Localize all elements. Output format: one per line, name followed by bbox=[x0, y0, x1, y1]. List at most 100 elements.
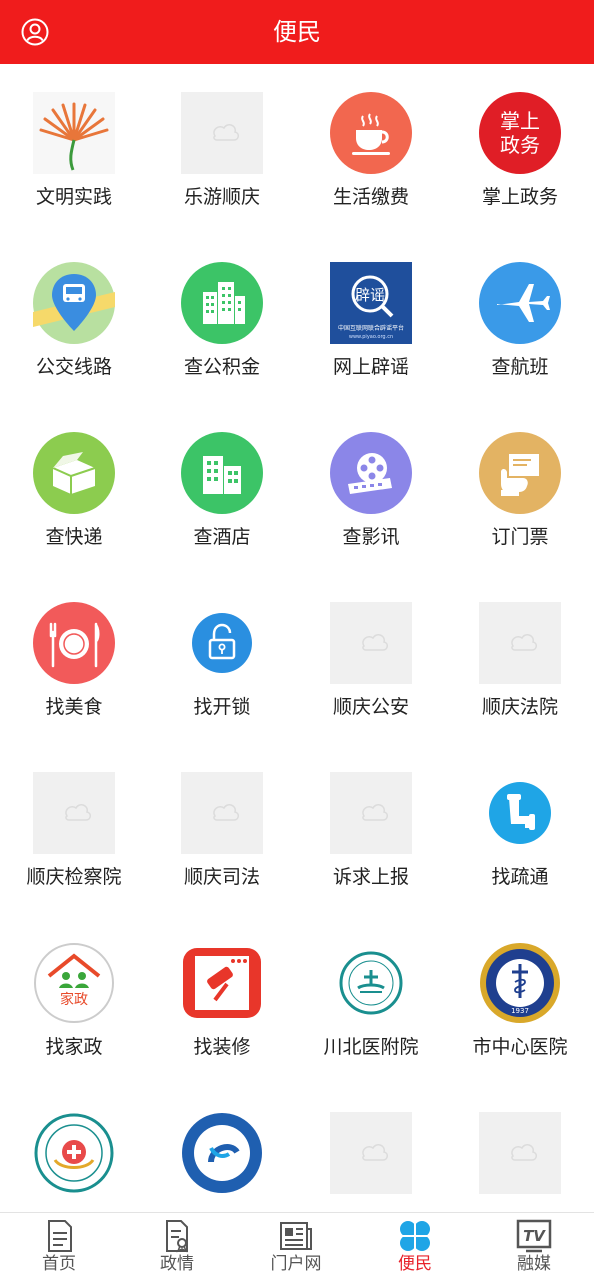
rumor-refuting-logo: 辟谣 中国互联网联合辟谣平台 www.piyao.org.cn bbox=[330, 262, 412, 344]
service-item-bus-route[interactable]: 公交线路 bbox=[0, 234, 148, 404]
service-label: 查影讯 bbox=[342, 526, 400, 548]
mobile-government-logo: 掌上 政务 bbox=[479, 92, 561, 174]
service-label: 查酒店 bbox=[193, 526, 251, 548]
service-item-food[interactable]: 找美食 bbox=[0, 574, 148, 744]
service-item-housekeeping[interactable]: 家政 找家政 bbox=[0, 914, 148, 1084]
film-reel-icon bbox=[330, 432, 412, 514]
image-placeholder-icon bbox=[181, 92, 263, 174]
service-item-placeholder-partial[interactable] bbox=[297, 1084, 445, 1212]
service-label: 诉求上报 bbox=[332, 866, 409, 888]
service-item-hotel[interactable]: 查酒店 bbox=[148, 404, 296, 574]
service-label: 顺庆检察院 bbox=[26, 866, 122, 888]
hospital-emblem-logo bbox=[34, 1113, 114, 1193]
civilization-practice-logo bbox=[33, 92, 115, 174]
service-label: 市中心医院 bbox=[472, 1036, 568, 1058]
service-label: 网上辟谣 bbox=[332, 356, 409, 378]
service-item-life-payment[interactable]: 生活缴费 bbox=[297, 64, 445, 234]
report-icon bbox=[166, 1220, 188, 1253]
service-item-hospital-partial[interactable] bbox=[0, 1084, 148, 1212]
service-label: 乐游顺庆 bbox=[183, 186, 260, 208]
paint-roller-icon bbox=[183, 948, 261, 1018]
image-placeholder-icon bbox=[479, 1112, 561, 1194]
service-item-district-hospital[interactable] bbox=[148, 1084, 296, 1212]
logo-year: 1937 bbox=[511, 1007, 529, 1015]
bottom-tab-bar: 首页 政情 门户网 便民 TV 融媒 bbox=[0, 1212, 594, 1280]
service-label: 订门票 bbox=[491, 526, 549, 548]
logo-text-top: 掌上 bbox=[500, 109, 540, 133]
service-item-civilization-practice[interactable]: 文明实践 bbox=[0, 64, 148, 234]
service-item-central-hospital[interactable]: 1937 市中心医院 bbox=[446, 914, 594, 1084]
service-label: 找家政 bbox=[45, 1036, 103, 1058]
tab-label: 便民 bbox=[398, 1254, 432, 1274]
unlock-icon bbox=[192, 613, 252, 673]
tab-label: 政情 bbox=[160, 1254, 194, 1274]
district-hospital-emblem bbox=[182, 1113, 262, 1193]
service-label: 查航班 bbox=[491, 356, 549, 378]
logo-text-bottom: 政务 bbox=[500, 133, 540, 157]
service-item-shunqing-court[interactable]: 顺庆法院 bbox=[446, 574, 594, 744]
tab-home[interactable]: 首页 bbox=[0, 1213, 118, 1280]
service-item-pipe-dredging[interactable]: 找疏通 bbox=[446, 744, 594, 914]
service-item-unlock[interactable]: 找开锁 bbox=[148, 574, 296, 744]
image-placeholder-icon bbox=[330, 602, 412, 684]
hospital-emblem-logo bbox=[330, 942, 412, 1024]
document-icon bbox=[48, 1220, 72, 1252]
service-item-shunqing-police[interactable]: 顺庆公安 bbox=[297, 574, 445, 744]
service-label: 文明实践 bbox=[35, 186, 112, 208]
service-label: 找装修 bbox=[193, 1036, 251, 1058]
service-item-placeholder-partial[interactable] bbox=[446, 1084, 594, 1212]
ticket-hand-icon bbox=[479, 432, 561, 514]
tv-icon: TV bbox=[516, 1219, 552, 1253]
buildings-icon bbox=[181, 262, 263, 344]
bus-location-icon bbox=[33, 262, 115, 344]
tab-label: 融媒 bbox=[517, 1254, 551, 1274]
package-box-icon bbox=[33, 432, 115, 514]
image-placeholder-icon bbox=[33, 772, 115, 854]
header-bar: 便民 bbox=[0, 0, 594, 64]
service-label: 顺庆公安 bbox=[332, 696, 409, 718]
tab-label: 首页 bbox=[42, 1254, 76, 1274]
plate-cutlery-icon bbox=[33, 602, 115, 684]
newspaper-icon bbox=[280, 1222, 312, 1250]
service-item-flight[interactable]: 查航班 bbox=[446, 234, 594, 404]
service-item-shunqing-procuratorate[interactable]: 顺庆检察院 bbox=[0, 744, 148, 914]
service-label: 查公积金 bbox=[183, 356, 260, 378]
image-placeholder-icon bbox=[330, 1112, 412, 1194]
service-label: 找疏通 bbox=[491, 866, 549, 888]
tab-label: 门户网 bbox=[270, 1254, 322, 1274]
service-grid: 文明实践 乐游顺庆 生活缴费 掌上 政务 掌上政务 公交线路 查公积金 辟谣 中… bbox=[0, 64, 594, 1212]
tab-media[interactable]: TV 融媒 bbox=[475, 1213, 593, 1280]
coffee-cup-icon bbox=[330, 92, 412, 174]
image-placeholder-icon bbox=[479, 602, 561, 684]
service-item-express[interactable]: 查快递 bbox=[0, 404, 148, 574]
service-item-shunqing-justice[interactable]: 顺庆司法 bbox=[148, 744, 296, 914]
service-item-ticket[interactable]: 订门票 bbox=[446, 404, 594, 574]
service-item-chuanbei-hospital[interactable]: 川北医附院 bbox=[297, 914, 445, 1084]
service-item-rumor-refuting[interactable]: 辟谣 中国互联网联合辟谣平台 www.piyao.org.cn 网上辟谣 bbox=[297, 234, 445, 404]
image-placeholder-icon bbox=[330, 772, 412, 854]
service-label: 生活缴费 bbox=[332, 186, 409, 208]
service-label: 顺庆司法 bbox=[183, 866, 260, 888]
service-label: 顺庆法院 bbox=[481, 696, 558, 718]
tab-government-affairs[interactable]: 政情 bbox=[118, 1213, 236, 1280]
service-label: 找美食 bbox=[45, 696, 103, 718]
service-label: 掌上政务 bbox=[481, 186, 558, 208]
image-placeholder-icon bbox=[181, 772, 263, 854]
service-item-decoration[interactable]: 找装修 bbox=[148, 914, 296, 1084]
tab-convenience[interactable]: 便民 bbox=[356, 1213, 474, 1280]
pipe-icon bbox=[489, 782, 551, 844]
central-hospital-emblem: 1937 bbox=[480, 943, 560, 1023]
service-item-mobile-government[interactable]: 掌上 政务 掌上政务 bbox=[446, 64, 594, 234]
housekeeping-logo: 家政 bbox=[34, 943, 114, 1023]
service-item-movie[interactable]: 查影讯 bbox=[297, 404, 445, 574]
logo-text: 家政 bbox=[60, 991, 88, 1008]
page-title: 便民 bbox=[273, 18, 321, 46]
service-label: 找开锁 bbox=[193, 696, 251, 718]
service-item-leyou-shunqing[interactable]: 乐游顺庆 bbox=[148, 64, 296, 234]
clover-icon bbox=[400, 1221, 430, 1251]
service-item-provident-fund[interactable]: 查公积金 bbox=[148, 234, 296, 404]
service-item-appeal-report[interactable]: 诉求上报 bbox=[297, 744, 445, 914]
tab-portal[interactable]: 门户网 bbox=[237, 1213, 355, 1280]
hotel-buildings-icon bbox=[181, 432, 263, 514]
tv-icon-text: TV bbox=[523, 1227, 546, 1245]
